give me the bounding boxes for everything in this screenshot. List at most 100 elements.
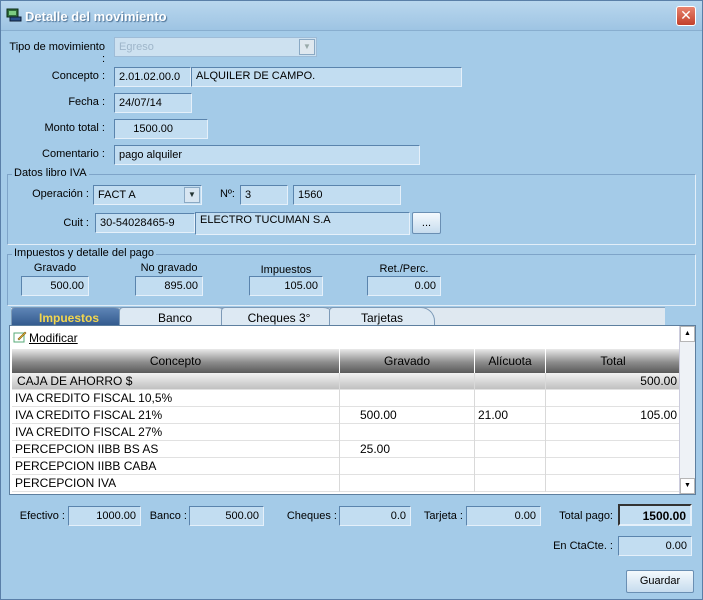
grid-toolbar: Modificar: [10, 326, 680, 349]
table-row[interactable]: CAJA DE AHORRO $ 500.00: [12, 373, 680, 390]
numero-comprobante-field[interactable]: 1560: [293, 185, 401, 205]
scroll-down-icon[interactable]: ▼: [680, 478, 695, 494]
chevron-down-icon: ▼: [184, 187, 200, 203]
cell-alicuota: 21.00: [475, 407, 546, 424]
concepto-description-field: ALQUILER DE CAMPO.: [191, 67, 462, 87]
operacion-label: Operación :: [32, 188, 89, 200]
punto-venta-field[interactable]: 3: [240, 185, 288, 205]
cell-alicuota: [475, 373, 546, 390]
tarjeta-label: Tarjeta :: [423, 510, 463, 522]
table-row[interactable]: PERCEPCION IIBB BS AS 25.00: [12, 441, 680, 458]
table-row[interactable]: PERCEPCION IIBB CABA: [12, 458, 680, 475]
no-gravado-field: 895.00: [135, 276, 203, 296]
table-row[interactable]: PERCEPCION IVA: [12, 475, 680, 492]
total-pago-field: 1500.00: [618, 504, 692, 526]
cell-total: [546, 441, 680, 458]
column-header-alicuota[interactable]: Alícuota: [475, 349, 546, 373]
cell-total: [546, 424, 680, 441]
grid-header: Concepto Gravado Alícuota Total: [12, 349, 680, 373]
tab-cheques[interactable]: Cheques 3°: [221, 307, 337, 327]
tipo-movimiento-select[interactable]: Egreso ▼: [114, 37, 317, 57]
cell-total: [546, 390, 680, 407]
monto-total-label: Monto total :: [44, 122, 105, 134]
cell-alicuota: [475, 458, 546, 475]
monto-total-field[interactable]: 1500.00: [114, 119, 208, 139]
column-header-gravado[interactable]: Gravado: [340, 349, 475, 373]
operacion-select[interactable]: FACT A ▼: [93, 185, 202, 205]
cell-alicuota: [475, 390, 546, 407]
title-bar: Detalle del movimiento ✕: [1, 1, 702, 31]
cell-concepto: CAJA DE AHORRO $: [12, 373, 340, 390]
efectivo-label: Efectivo :: [19, 510, 65, 522]
cheques-label: Cheques :: [286, 510, 337, 522]
gravado-label: Gravado: [33, 262, 77, 274]
numero-label: Nº:: [219, 188, 235, 200]
table-row[interactable]: IVA CREDITO FISCAL 27%: [12, 424, 680, 441]
ret-perc-label: Ret./Perc.: [379, 263, 429, 275]
guardar-button[interactable]: Guardar: [626, 570, 694, 593]
cell-total: 500.00: [640, 374, 677, 388]
cell-gravado: 25.00: [340, 441, 475, 458]
tipo-movimiento-value: Egreso: [119, 41, 154, 53]
column-header-total[interactable]: Total: [546, 349, 680, 373]
grid-scrollbar[interactable]: ▲ ▼: [679, 326, 695, 494]
cell-gravado: 500.00: [340, 407, 475, 424]
column-header-concepto[interactable]: Concepto: [12, 349, 340, 373]
impuestos-label: Impuestos: [260, 264, 312, 276]
cell-alicuota: [475, 475, 546, 492]
total-pago-label: Total pago:: [559, 510, 613, 522]
en-ctacte-field: 0.00: [618, 536, 692, 556]
banco-label: Banco :: [149, 510, 187, 522]
efectivo-field: 1000.00: [68, 506, 141, 526]
cuit-label: Cuit :: [63, 217, 89, 229]
cell-concepto: IVA CREDITO FISCAL 10,5%: [12, 390, 340, 407]
browse-cuit-button[interactable]: ...: [412, 212, 441, 234]
cell-concepto: PERCEPCION IIBB CABA: [12, 458, 340, 475]
app-icon: [6, 8, 22, 22]
scroll-up-icon[interactable]: ▲: [680, 326, 695, 342]
cell-gravado: [340, 458, 475, 475]
chevron-down-icon: ▼: [299, 39, 315, 55]
gravado-field: 500.00: [21, 276, 89, 296]
table-row[interactable]: IVA CREDITO FISCAL 21% 500.00 21.00 105.…: [12, 407, 680, 424]
cell-gravado: [340, 390, 475, 407]
impuestos-field: 105.00: [249, 276, 323, 296]
close-button[interactable]: ✕: [676, 6, 696, 26]
table-row[interactable]: IVA CREDITO FISCAL 10,5%: [12, 390, 680, 407]
tipo-movimiento-label: Tipo de movimiento :: [9, 41, 105, 65]
cell-concepto: PERCEPCION IIBB BS AS: [12, 441, 340, 458]
edit-icon: [13, 331, 27, 343]
cell-concepto: IVA CREDITO FISCAL 21%: [12, 407, 340, 424]
impuestos-grid: Modificar Concepto Gravado Alícuota Tota…: [9, 325, 696, 495]
movement-detail-window: Detalle del movimiento ✕ Tipo de movimie…: [0, 0, 703, 600]
modificar-label: Modificar: [29, 331, 78, 345]
tarjeta-field: 0.00: [466, 506, 541, 526]
impuestos-group: [7, 254, 696, 306]
cell-total: [546, 475, 680, 492]
cell-gravado: [340, 373, 475, 390]
cell-gravado: [340, 475, 475, 492]
datos-libro-iva-legend: Datos libro IVA: [12, 167, 89, 179]
close-icon: ✕: [680, 7, 692, 23]
no-gravado-label: No gravado: [140, 262, 198, 274]
cell-total: [546, 458, 680, 475]
cell-alicuota: [475, 424, 546, 441]
comentario-field[interactable]: pago alquiler: [114, 145, 420, 165]
cell-concepto: PERCEPCION IVA: [12, 475, 340, 492]
cell-concepto: IVA CREDITO FISCAL 27%: [12, 424, 340, 441]
tab-banco[interactable]: Banco: [119, 307, 231, 327]
cell-total: 105.00: [640, 408, 677, 422]
cuit-field[interactable]: 30-54028465-9: [95, 213, 195, 233]
cheques-field: 0.0: [339, 506, 411, 526]
modificar-button[interactable]: Modificar: [13, 331, 78, 345]
operacion-value: FACT A: [98, 189, 136, 201]
razon-social-field: ELECTRO TUCUMAN S.A: [195, 212, 410, 235]
concepto-code-field[interactable]: 2.01.02.00.0: [114, 67, 191, 87]
ret-perc-field: 0.00: [367, 276, 441, 296]
tab-impuestos[interactable]: Impuestos: [11, 307, 127, 327]
fecha-field[interactable]: 24/07/14: [114, 93, 192, 113]
comentario-label: Comentario :: [42, 148, 105, 160]
tab-tarjetas[interactable]: Tarjetas: [329, 307, 435, 327]
en-ctacte-label: En CtaCte. :: [553, 540, 613, 552]
tab-strip: Impuestos Banco Cheques 3° Tarjetas: [11, 307, 665, 327]
